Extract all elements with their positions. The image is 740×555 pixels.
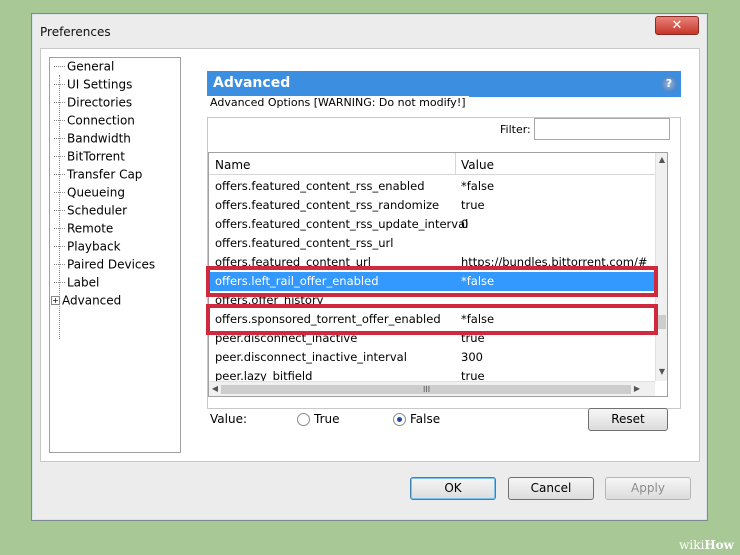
grip-icon: III (423, 385, 431, 394)
value-label: Value: (210, 412, 247, 426)
list-row[interactable]: offers.featured_content_rss_url (209, 234, 655, 253)
column-header-value[interactable]: Value (461, 158, 494, 172)
apply-button[interactable]: Apply (605, 477, 691, 500)
close-button[interactable]: ✕ (655, 16, 699, 35)
ok-button[interactable]: OK (410, 477, 496, 500)
list-row[interactable]: peer.disconnect_inactive_interval 300 (209, 348, 655, 367)
highlight-box-sponsored (206, 304, 658, 335)
horizontal-scroll-thumb[interactable]: III (221, 385, 631, 394)
list-header: Name Value (209, 153, 657, 175)
column-header-name[interactable]: Name (215, 158, 250, 172)
tree-item-connection[interactable]: Connection (54, 113, 135, 131)
cancel-button[interactable]: Cancel (508, 477, 594, 500)
group-label: Advanced Options [WARNING: Do not modify… (207, 96, 469, 109)
tree-item-scheduler[interactable]: Scheduler (54, 203, 127, 221)
window-title: Preferences (40, 25, 111, 39)
expand-icon[interactable]: + (51, 296, 60, 305)
filter-label: Filter: (500, 123, 531, 136)
scroll-up-icon[interactable]: ▲ (656, 155, 667, 164)
scroll-down-icon[interactable]: ▼ (656, 367, 667, 376)
reset-button[interactable]: Reset (588, 408, 668, 431)
tree-item-bandwidth[interactable]: Bandwidth (54, 131, 131, 149)
tree-item-bittorrent[interactable]: BitTorrent (54, 149, 125, 167)
category-tree: General UI Settings Directories Connecti… (49, 57, 181, 453)
radio-true[interactable] (297, 413, 310, 426)
scroll-right-icon[interactable]: ▶ (631, 384, 643, 393)
panel-title: Advanced (213, 75, 291, 91)
highlight-box-left-rail (206, 266, 658, 297)
panel-header: Advanced ? (207, 71, 681, 97)
help-icon[interactable]: ? (661, 76, 677, 92)
tree-item-paired-devices[interactable]: Paired Devices (54, 257, 155, 275)
horizontal-scrollbar[interactable]: ◀ III ▶ (209, 381, 655, 396)
tree-item-directories[interactable]: Directories (54, 95, 132, 113)
tree-item-advanced[interactable]: + Advanced (51, 293, 121, 311)
tree-item-ui-settings[interactable]: UI Settings (54, 77, 132, 95)
tree-item-general[interactable]: General (54, 59, 114, 77)
tree-item-remote[interactable]: Remote (54, 221, 113, 239)
radio-false[interactable] (393, 413, 406, 426)
scroll-left-icon[interactable]: ◀ (209, 384, 221, 393)
radio-true-label[interactable]: True (314, 412, 340, 426)
title-bar[interactable]: Preferences ✕ (32, 14, 707, 48)
list-row[interactable]: offers.featured_content_rss_enabled *fals… (209, 177, 655, 196)
wikihow-watermark: wikiHow (679, 538, 734, 552)
tree-item-transfer-cap[interactable]: Transfer Cap (54, 167, 142, 185)
radio-false-label[interactable]: False (410, 412, 440, 426)
tree-item-playback[interactable]: Playback (54, 239, 121, 257)
list-row[interactable]: offers.featured_content_rss_update_inter… (209, 215, 655, 234)
filter-input[interactable] (534, 118, 670, 140)
tree-item-label[interactable]: Label (54, 275, 99, 293)
list-row[interactable]: offers.featured_content_rss_randomize tru… (209, 196, 655, 215)
vertical-scroll-thumb[interactable] (658, 315, 666, 329)
tree-item-queueing[interactable]: Queueing (54, 185, 125, 203)
column-separator[interactable] (455, 153, 456, 175)
